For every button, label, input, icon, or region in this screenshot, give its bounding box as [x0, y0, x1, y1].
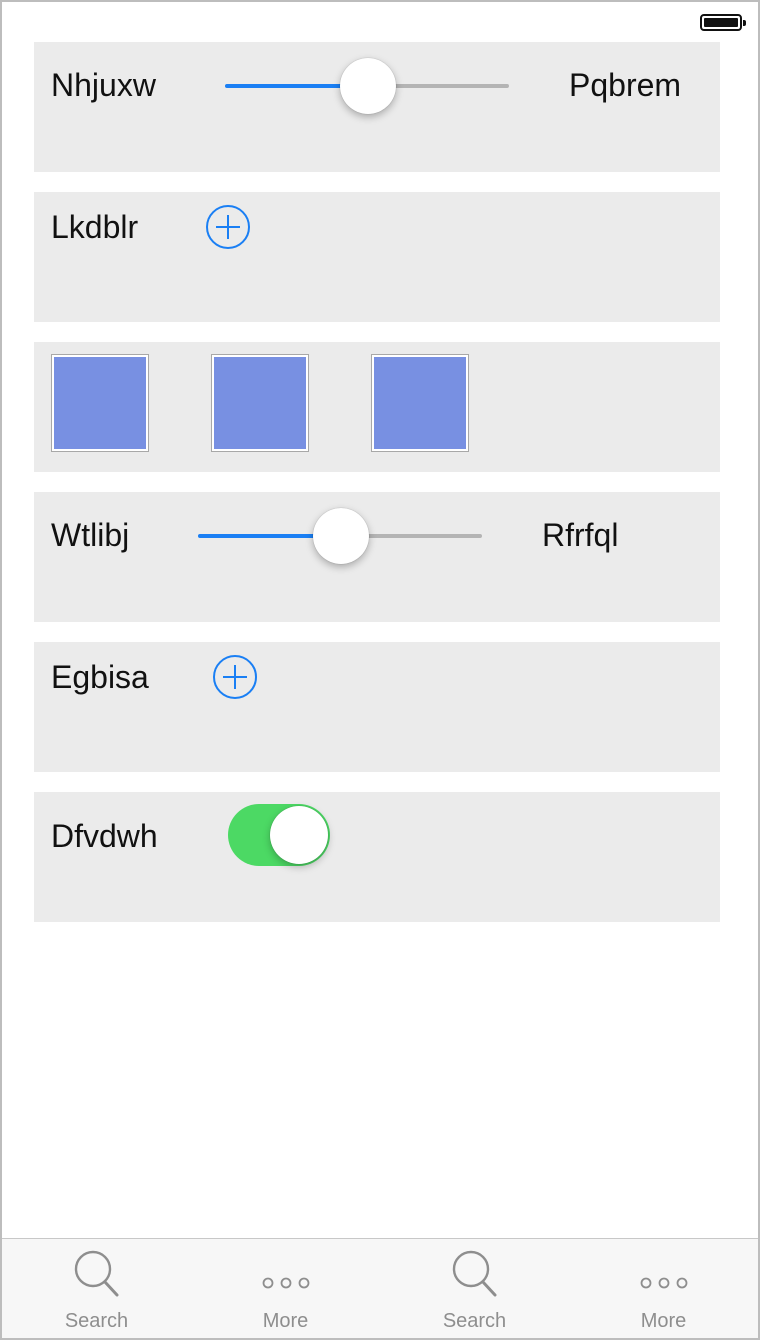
slider-2-right-label: Rfrfql — [542, 517, 619, 553]
toggle-switch[interactable] — [228, 804, 330, 866]
slider-1-left-label: Nhjuxw — [51, 67, 156, 103]
tab-search-2[interactable]: Search — [380, 1239, 569, 1338]
slider-2-thumb[interactable] — [313, 508, 369, 564]
add-row-2-label: Egbisa — [51, 659, 149, 695]
search-icon — [452, 1250, 496, 1297]
add-circle-icon[interactable] — [212, 654, 258, 700]
add-row-2: Egbisa — [34, 642, 720, 772]
more-icon — [262, 1277, 309, 1289]
slider-1-thumb[interactable] — [340, 58, 396, 114]
more-icon — [640, 1277, 687, 1289]
toggle-knob — [270, 806, 328, 864]
battery-icon — [700, 14, 746, 31]
swatch-row — [34, 342, 720, 472]
search-icon — [74, 1250, 118, 1297]
tab-more-2[interactable]: More — [569, 1239, 758, 1338]
color-swatch[interactable] — [51, 354, 149, 452]
color-swatch[interactable] — [211, 354, 309, 452]
tab-more-1[interactable]: More — [191, 1239, 380, 1338]
tab-label: More — [262, 1310, 309, 1332]
toggle-row: Dfvdwh — [34, 792, 720, 922]
tab-label: Search — [442, 1310, 507, 1332]
phone-screen: Nhjuxw Pqbrem Lkdblr Wtlibj Rfrfql Egbis… — [0, 0, 760, 1340]
add-row-1-label: Lkdblr — [51, 209, 139, 245]
slider-1-right-label: Pqbrem — [569, 67, 682, 103]
tab-bar: Search More Search More — [2, 1238, 758, 1338]
slider-2-left-label: Wtlibj — [51, 517, 130, 553]
add-circle-icon[interactable] — [205, 204, 251, 250]
slider-row-2: Wtlibj Rfrfql — [34, 492, 720, 622]
slider-row-1: Nhjuxw Pqbrem — [34, 42, 720, 172]
color-swatch[interactable] — [371, 354, 469, 452]
toggle-label: Dfvdwh — [51, 818, 158, 854]
tab-label: Search — [64, 1310, 129, 1332]
status-bar — [2, 2, 758, 42]
tab-search-1[interactable]: Search — [2, 1239, 191, 1338]
add-row-1: Lkdblr — [34, 192, 720, 322]
tab-label: More — [640, 1310, 687, 1332]
